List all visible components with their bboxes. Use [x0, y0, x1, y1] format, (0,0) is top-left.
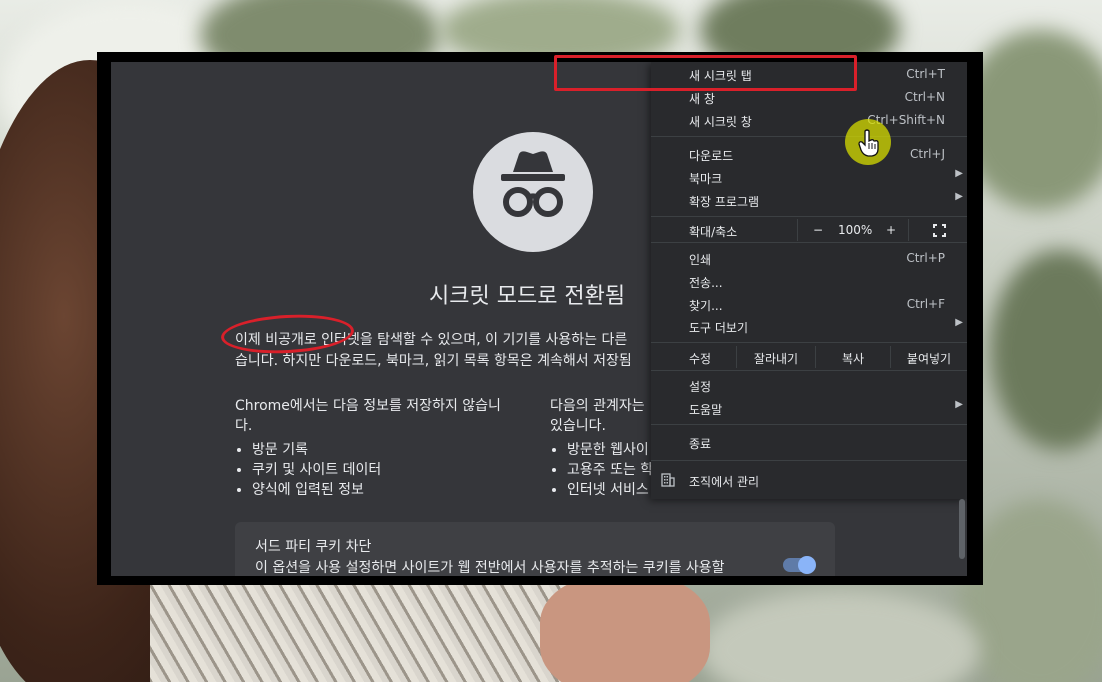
menu-item-label: 종료	[689, 437, 712, 451]
menu-item-bookmarks[interactable]: 북마크 ▶	[651, 167, 967, 189]
menu-item-exit[interactable]: 종료	[651, 432, 967, 454]
menu-item-shortcut: Ctrl+N	[904, 90, 945, 104]
menu-item-cast[interactable]: 전송...	[651, 271, 967, 293]
third-party-cookie-card: 서드 파티 쿠키 차단 이 옵션을 사용 설정하면 사이트가 웹 전반에서 사용…	[235, 522, 835, 576]
menu-item-label: 찾기...	[689, 299, 723, 313]
menu-item-shortcut: Ctrl+T	[906, 67, 945, 81]
zoom-out-button[interactable]: −	[813, 223, 823, 237]
menu-item-label: 설정	[689, 380, 712, 394]
block-cookies-toggle[interactable]	[783, 556, 816, 574]
menu-item-find[interactable]: 찾기... Ctrl+F	[651, 294, 967, 316]
list-item: 양식에 입력된 정보	[252, 480, 525, 500]
submenu-arrow-icon: ▶	[955, 191, 963, 202]
menu-item-label: 전송...	[689, 276, 723, 290]
menu-item-label: 새 시크릿 창	[689, 115, 752, 129]
menu-item-shortcut: Ctrl+P	[906, 251, 945, 265]
menu-item-label: 도움말	[689, 403, 723, 417]
menu-item-shortcut: Ctrl+F	[906, 297, 945, 311]
submenu-arrow-icon: ▶	[955, 317, 963, 328]
submenu-arrow-icon: ▶	[955, 168, 963, 179]
zoom-divider	[908, 219, 909, 241]
menu-item-label: 북마크	[689, 172, 723, 186]
zoom-label: 확대/축소	[689, 225, 738, 239]
zoom-row: 확대/축소 − 100% +	[651, 219, 967, 241]
menu-item-label: 조직에서 관리	[689, 475, 760, 489]
menu-divider	[651, 370, 967, 371]
menu-divider	[651, 460, 967, 461]
list-item: 쿠키 및 사이트 데이터	[252, 460, 525, 480]
copy-button[interactable]: 복사	[816, 350, 890, 367]
list-item: 방문 기록	[252, 440, 525, 460]
hand-cursor-icon	[858, 129, 880, 157]
chrome-menu: 새 시크릿 탭 Ctrl+T 새 창 Ctrl+N 새 시크릿 창 Ctrl+S…	[651, 62, 967, 499]
menu-item-more-tools[interactable]: 도구 더보기 ▶	[651, 316, 967, 338]
submenu-arrow-icon: ▶	[955, 399, 963, 410]
menu-divider	[651, 342, 967, 343]
menu-item-label: 확장 프로그램	[689, 195, 760, 209]
menu-item-downloads[interactable]: 다운로드 Ctrl+J	[651, 144, 967, 166]
not-saved-column: Chrome에서는 다음 정보를 저장하지 않습니 다. 방문 기록 쿠키 및 …	[235, 396, 525, 500]
cut-button[interactable]: 잘라내기	[737, 350, 815, 367]
menu-item-label: 인쇄	[689, 253, 712, 267]
menu-divider	[651, 136, 967, 137]
fullscreen-icon[interactable]	[933, 224, 946, 237]
menu-item-extensions[interactable]: 확장 프로그램 ▶	[651, 190, 967, 212]
menu-item-settings[interactable]: 설정	[651, 375, 967, 397]
zoom-in-button[interactable]: +	[886, 223, 896, 237]
menu-divider	[651, 424, 967, 425]
paste-button[interactable]: 붙여넣기	[891, 350, 967, 367]
highlight-box	[554, 55, 857, 91]
menu-item-help[interactable]: 도움말 ▶	[651, 398, 967, 420]
scrollbar[interactable]	[959, 499, 965, 559]
not-saved-heading: Chrome에서는 다음 정보를 저장하지 않습니 다.	[235, 398, 501, 434]
menu-divider	[651, 242, 967, 243]
menu-divider	[651, 216, 967, 217]
edit-label: 수정	[689, 352, 712, 366]
edit-row: 수정 잘라내기 복사 붙여넣기	[651, 346, 967, 368]
menu-item-managed-by-org[interactable]: 조직에서 관리	[651, 470, 967, 492]
menu-item-label: 새 창	[689, 92, 715, 106]
toggle-knob	[798, 556, 816, 574]
cookie-card-description: 이 옵션을 사용 설정하면 사이트가 웹 전반에서 사용자를 추적하는 쿠키를 …	[255, 560, 725, 576]
cookie-card-title: 서드 파티 쿠키 차단	[255, 539, 372, 555]
incognito-icon	[473, 132, 593, 252]
building-icon	[661, 473, 675, 487]
zoom-level: 100%	[838, 223, 873, 237]
zoom-divider	[797, 219, 798, 241]
menu-item-shortcut: Ctrl+J	[910, 147, 945, 161]
menu-item-label: 다운로드	[689, 149, 734, 163]
incognito-page: 시크릿 모드로 전환됨 이제 비공개로 인터넷을 탐색할 수 있으며, 이 기기…	[111, 62, 967, 576]
menu-item-print[interactable]: 인쇄 Ctrl+P	[651, 248, 967, 270]
menu-item-label: 도구 더보기	[689, 321, 749, 335]
menu-item-new-incognito-window[interactable]: 새 시크릿 창 Ctrl+Shift+N	[651, 110, 967, 132]
